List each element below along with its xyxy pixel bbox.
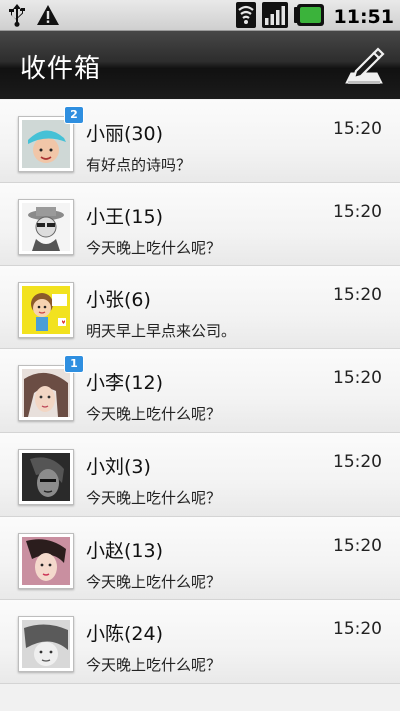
battery-icon: [293, 4, 324, 30]
contact-name: 小刘(3): [86, 456, 151, 478]
compose-button[interactable]: [342, 45, 386, 85]
unread-badge: 2: [64, 106, 84, 124]
contact-name: 小王(15): [86, 206, 164, 228]
unread-badge: 1: [64, 355, 84, 373]
list-item[interactable]: 小王(15) 15:20 今天晚上吃什么呢？: [0, 183, 400, 266]
message-preview: 今天晚上吃什么呢？: [86, 405, 222, 423]
message-preview: 有好点的诗吗？: [86, 156, 192, 174]
avatar: [18, 449, 74, 505]
signal-icon: [261, 2, 288, 32]
contact-name: 小李(12): [86, 372, 164, 394]
message-preview: 今天晚上吃什么呢？: [86, 573, 222, 591]
list-item[interactable]: 小陈(24) 15:20 今天晚上吃什么呢？: [0, 600, 400, 684]
message-time: 15:20: [333, 119, 382, 139]
message-time: 15:20: [333, 285, 382, 305]
title-bar: 收件箱: [0, 31, 400, 99]
contact-name: 小张(6): [86, 289, 151, 311]
usb-icon: [6, 3, 28, 31]
list-item[interactable]: 1 小李(12) 15:20 今天晚上吃什么呢？: [0, 349, 400, 433]
avatar: [18, 199, 74, 255]
avatar: [18, 616, 74, 672]
message-time: 15:20: [333, 368, 382, 388]
message-time: 15:20: [333, 452, 382, 472]
message-list: 2 小丽(30) 15:20 有好点的诗吗？ 小王(15) 15:20 今天晚上…: [0, 100, 400, 684]
status-clock: 11:51: [333, 6, 394, 28]
message-time: 15:20: [333, 619, 382, 639]
list-item[interactable]: 2 小丽(30) 15:20 有好点的诗吗？: [0, 100, 400, 183]
page-title: 收件箱: [20, 54, 102, 84]
message-preview: 今天晚上吃什么呢？: [86, 239, 222, 257]
contact-name: 小丽(30): [86, 123, 164, 145]
wifi-icon: [235, 2, 256, 32]
contact-name: 小陈(24): [86, 623, 164, 645]
avatar: [18, 365, 74, 421]
list-item[interactable]: 小赵(13) 15:20 今天晚上吃什么呢？: [0, 517, 400, 600]
contact-name: 小赵(13): [86, 540, 164, 562]
avatar: [18, 533, 74, 589]
list-item[interactable]: 小张(6) 15:20 明天早上早点来公司。: [0, 266, 400, 349]
compose-icon: [345, 47, 385, 84]
avatar: [18, 282, 74, 338]
warning-icon: [36, 4, 60, 30]
message-preview: 今天晚上吃什么呢？: [86, 489, 222, 507]
message-time: 15:20: [333, 202, 382, 222]
list-item[interactable]: 小刘(3) 15:20 今天晚上吃什么呢？: [0, 433, 400, 517]
message-time: 15:20: [333, 536, 382, 556]
avatar: [18, 116, 74, 172]
message-preview: 明天早上早点来公司。: [86, 322, 237, 340]
message-preview: 今天晚上吃什么呢？: [86, 656, 222, 674]
status-bar: 11:51: [0, 0, 400, 31]
